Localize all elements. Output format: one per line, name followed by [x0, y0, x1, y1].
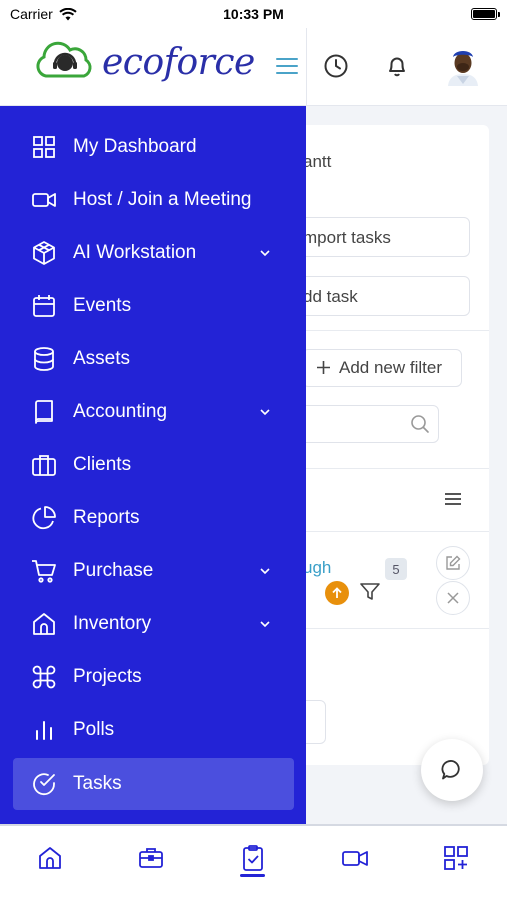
- pie-chart-icon: [32, 506, 56, 530]
- sidebar-item-assets[interactable]: Assets: [13, 333, 294, 385]
- add-task-label: dd task: [303, 287, 358, 306]
- sidebar-item-events[interactable]: Events: [13, 280, 294, 332]
- sidebar-item-inventory[interactable]: Inventory: [13, 598, 294, 650]
- book-icon: [35, 400, 53, 424]
- list-menu-icon[interactable]: [444, 491, 462, 507]
- check-circle-icon: [33, 773, 55, 796]
- sidebar-item-projects[interactable]: Projects: [13, 651, 294, 703]
- sidebar-item-label: Inventory: [73, 613, 152, 634]
- chat-icon: [441, 760, 460, 780]
- sidebar-item-label: Events: [73, 295, 132, 316]
- sidebar-item-label: Tasks: [73, 773, 122, 794]
- avatar[interactable]: [446, 46, 480, 86]
- import-tasks-label: mport tasks: [303, 228, 391, 247]
- sidebar-item-my-dashboard[interactable]: My Dashboard: [13, 121, 294, 173]
- sidebar-item-label: My Dashboard: [73, 136, 197, 157]
- video-icon[interactable]: [341, 844, 369, 872]
- count-badge: 5: [385, 558, 407, 580]
- edit-icon: [446, 555, 461, 570]
- home-icon: [33, 613, 55, 635]
- status-bar: Carrier 10:33 PM: [0, 0, 507, 28]
- grid-icon: [33, 136, 55, 158]
- app-header: ecoforce: [0, 28, 507, 106]
- add-new-filter-label: Add new filter: [339, 358, 442, 377]
- close-button[interactable]: [436, 581, 470, 615]
- header-divider: [306, 28, 307, 106]
- task-link[interactable]: ugh: [303, 558, 331, 578]
- sidebar-item-label: Purchase: [73, 560, 154, 581]
- sidebar-item-label: Accounting: [73, 401, 168, 422]
- chevron-down-icon: [260, 568, 270, 575]
- divider: [294, 468, 489, 469]
- sidebar: My Dashboard Host / Join a Meeting AI Wo…: [0, 106, 306, 824]
- bar-chart-icon: [36, 721, 52, 740]
- logo-text: ecoforce: [102, 41, 255, 83]
- gantt-label: antt: [303, 152, 332, 171]
- sidebar-item-tasks[interactable]: Tasks: [13, 758, 294, 810]
- wifi-icon: [59, 7, 77, 20]
- divider: [294, 531, 489, 532]
- chevron-down-icon: [260, 621, 270, 628]
- video-icon: [32, 193, 56, 207]
- sidebar-item-label: AI Workstation: [73, 242, 197, 263]
- battery-icon: [471, 8, 500, 20]
- plus-icon: [317, 361, 330, 374]
- clock-icon[interactable]: [322, 52, 350, 80]
- divider: [294, 330, 489, 331]
- briefcase-icon[interactable]: [137, 844, 165, 872]
- priority-up-icon: [325, 581, 349, 605]
- sidebar-item-label: Assets: [73, 348, 131, 369]
- command-icon: [32, 665, 56, 689]
- clipboard-check-icon[interactable]: [239, 844, 267, 872]
- calendar-icon: [33, 295, 55, 317]
- sidebar-item-label: Reports: [73, 507, 140, 528]
- cube-icon: [33, 241, 55, 265]
- app-logo[interactable]: ecoforce: [34, 40, 255, 84]
- chevron-down-icon: [260, 250, 270, 257]
- briefcase-icon: [32, 455, 56, 476]
- sidebar-item-label: Projects: [73, 666, 142, 687]
- database-icon: [34, 347, 54, 371]
- home-icon[interactable]: [36, 844, 64, 872]
- sidebar-item-clients[interactable]: Clients: [13, 439, 294, 491]
- carrier-label: Carrier: [10, 6, 53, 22]
- sidebar-item-purchase[interactable]: Purchase: [13, 545, 294, 597]
- sidebar-item-accounting[interactable]: Accounting: [13, 386, 294, 438]
- bottom-tab-bar: [0, 824, 507, 900]
- sidebar-item-reports[interactable]: Reports: [13, 492, 294, 544]
- sidebar-item-host-join-meeting[interactable]: Host / Join a Meeting: [13, 174, 294, 226]
- close-icon: [447, 592, 459, 604]
- sidebar-item-ai-workstation[interactable]: AI Workstation: [13, 227, 294, 279]
- cart-icon: [32, 560, 56, 583]
- sidebar-item-label: Host / Join a Meeting: [73, 189, 252, 210]
- grid-plus-icon[interactable]: [442, 844, 470, 872]
- edit-button[interactable]: [436, 546, 470, 580]
- chat-button[interactable]: [421, 739, 483, 801]
- filter-icon[interactable]: [360, 583, 380, 601]
- sidebar-item-label: Polls: [73, 719, 115, 740]
- divider: [294, 628, 489, 629]
- search-icon[interactable]: [410, 414, 430, 434]
- menu-toggle-icon[interactable]: [276, 58, 298, 74]
- logo-headset-icon: [36, 41, 92, 78]
- active-tab-indicator: [240, 874, 265, 877]
- bell-icon[interactable]: [383, 52, 411, 80]
- sidebar-item-polls[interactable]: Polls: [13, 704, 294, 756]
- sidebar-item-label: Clients: [73, 454, 132, 475]
- chevron-down-icon: [260, 409, 270, 416]
